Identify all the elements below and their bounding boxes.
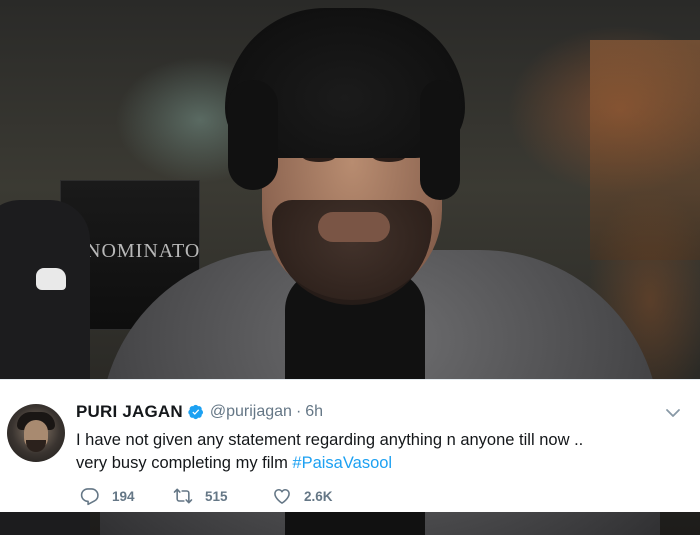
- reply-button[interactable]: 194: [80, 486, 135, 506]
- hashtag-link[interactable]: #PaisaVasool: [292, 454, 392, 472]
- retweet-icon: [173, 488, 193, 504]
- tweet-text-line-2-prefix: very busy completing my film: [76, 454, 293, 472]
- chevron-down-icon[interactable]: [664, 404, 682, 422]
- tweet-actions: 194 515 2.6K: [76, 486, 676, 508]
- reply-count: 194: [112, 488, 135, 504]
- tweet-text-line-2: very busy completing my film #PaisaVasoo…: [76, 452, 676, 475]
- header-separator: ·: [295, 403, 302, 420]
- tweet-text-line-1: I have not given any statement regarding…: [76, 431, 584, 449]
- man-hair-left: [228, 80, 278, 190]
- reply-icon: [80, 488, 99, 506]
- tweet-card[interactable]: PURI JAGAN @purijagan · 6h I have not gi…: [0, 379, 700, 512]
- like-button[interactable]: 2.6K: [272, 486, 333, 506]
- background-window-light: [590, 40, 700, 260]
- avatar-beard: [26, 440, 46, 452]
- man-mouth: [318, 212, 390, 242]
- retweet-button[interactable]: 515: [173, 486, 228, 506]
- man-hair-right: [420, 80, 460, 200]
- shop-sign-text: NOMINATO: [86, 240, 201, 262]
- tweet-text: I have not given any statement regarding…: [76, 429, 676, 475]
- author-avatar[interactable]: [7, 404, 65, 462]
- heart-icon: [274, 488, 290, 504]
- jacket-badge: [36, 268, 66, 290]
- verified-badge-icon: [188, 404, 204, 420]
- like-count: 2.6K: [304, 488, 333, 504]
- author-name[interactable]: PURI JAGAN: [76, 402, 183, 422]
- tweet-header: PURI JAGAN @purijagan · 6h: [76, 402, 323, 422]
- author-handle[interactable]: @purijagan: [210, 403, 292, 421]
- tweet-timestamp[interactable]: 6h: [305, 403, 323, 421]
- retweet-count: 515: [205, 488, 228, 504]
